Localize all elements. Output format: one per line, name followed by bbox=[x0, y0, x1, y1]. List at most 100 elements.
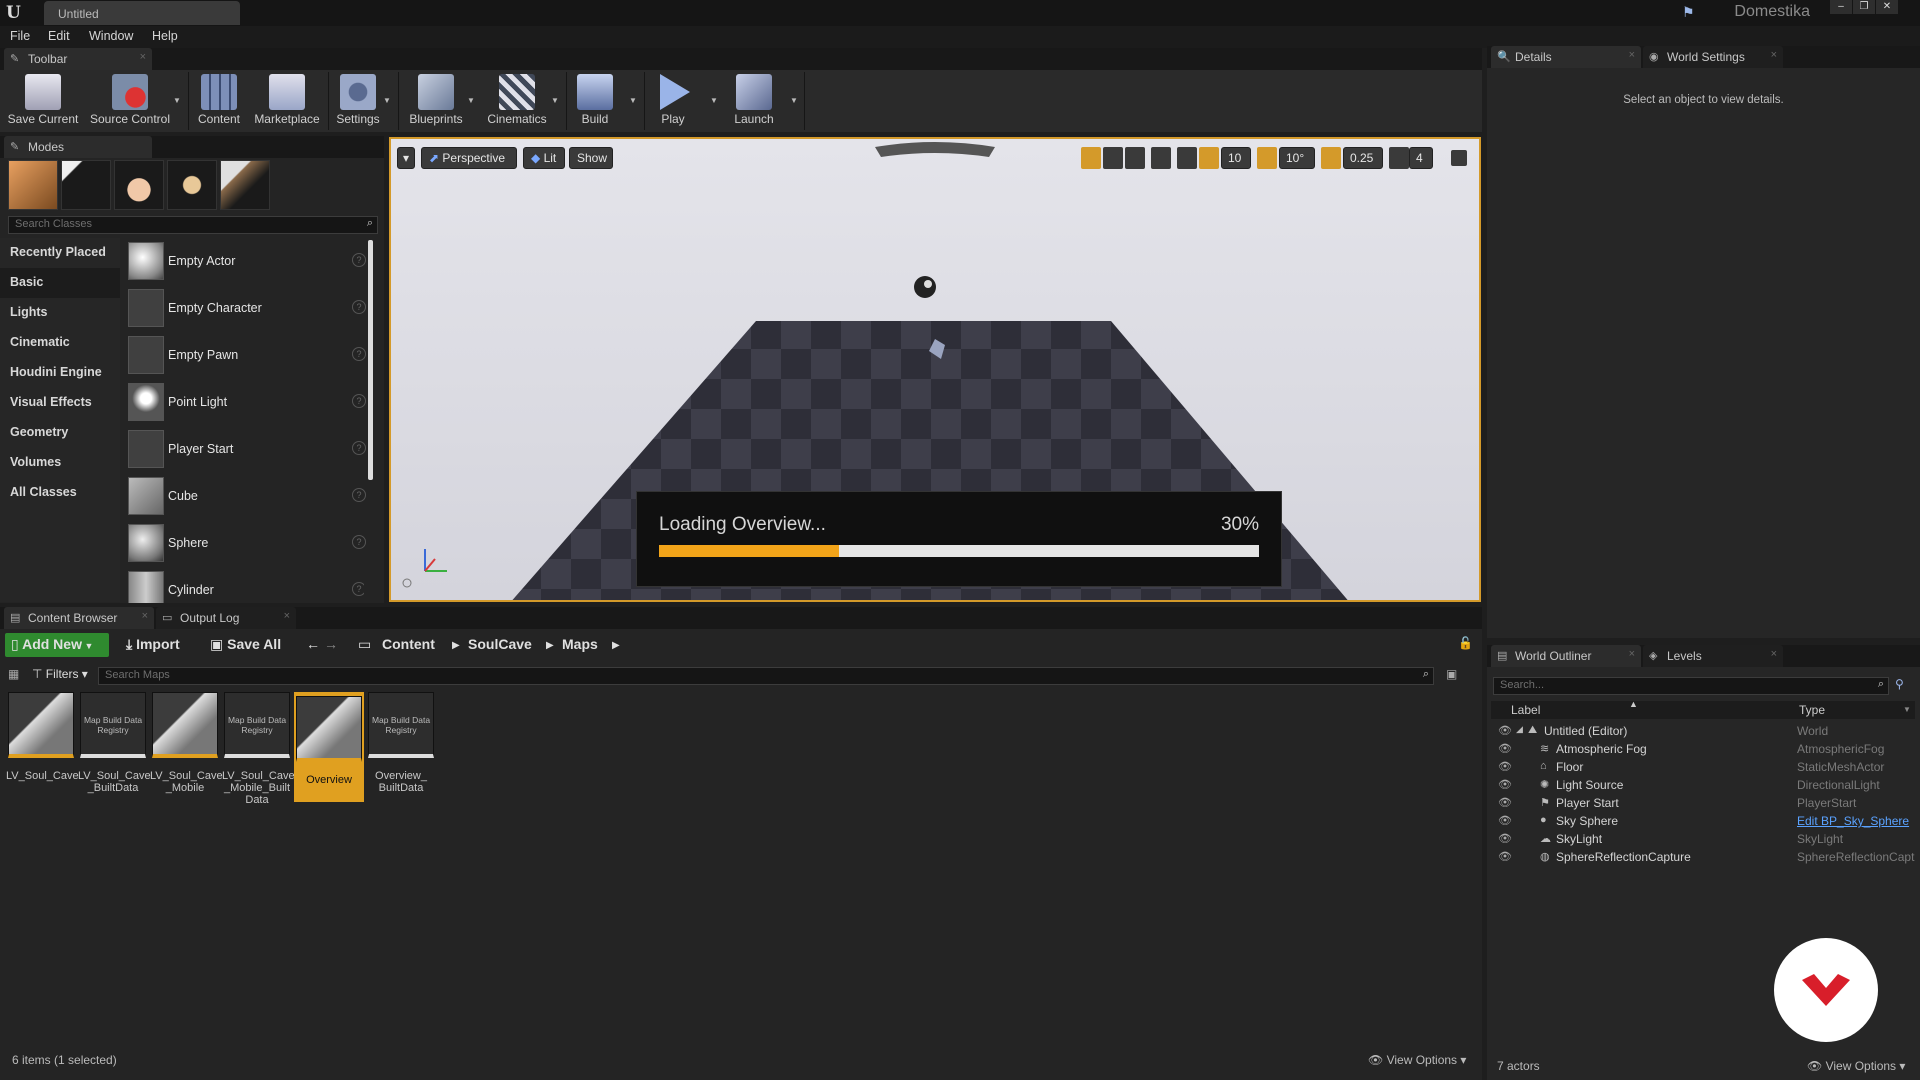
paint-mode-icon[interactable] bbox=[61, 160, 111, 210]
visibility-eye-icon[interactable]: 👁 bbox=[1498, 796, 1512, 809]
close-icon[interactable]: × bbox=[142, 610, 148, 622]
chevron-down-icon[interactable]: ▼ bbox=[173, 96, 181, 105]
source-control-button[interactable]: Source Control bbox=[86, 72, 174, 130]
place-item-sphere[interactable]: Sphere ? bbox=[124, 520, 366, 567]
import-button[interactable]: ⤓ Import bbox=[120, 633, 186, 657]
visibility-eye-icon[interactable]: 👁 bbox=[1498, 778, 1512, 791]
visibility-eye-icon[interactable]: 👁 bbox=[1498, 760, 1512, 773]
tab-output-log[interactable]: ▭ Output Log × bbox=[156, 607, 296, 629]
place-mode-icon[interactable] bbox=[8, 160, 58, 210]
chevron-down-icon[interactable]: ▼ bbox=[383, 96, 391, 105]
asset-lv-soul-cave-mobile-builtdata[interactable]: Map Build Data Registry LV_Soul_Cave _Mo… bbox=[222, 692, 295, 806]
launch-button[interactable]: Launch bbox=[726, 72, 782, 130]
close-icon[interactable]: × bbox=[284, 610, 290, 622]
sources-toggle-icon[interactable]: ▦ bbox=[8, 667, 19, 681]
tab-world-settings[interactable]: ◉ World Settings × bbox=[1643, 46, 1783, 68]
chevron-down-icon[interactable]: ▼ bbox=[710, 96, 718, 105]
rotate-tool-icon[interactable] bbox=[1103, 147, 1123, 169]
category-basic[interactable]: Basic bbox=[0, 268, 120, 298]
asset-overview-builtdata[interactable]: Map Build Data Registry Overview_ BuiltD… bbox=[366, 692, 436, 794]
save-all-button[interactable]: ▣ Save All bbox=[204, 633, 287, 657]
category-visual-effects[interactable]: Visual Effects bbox=[0, 388, 120, 418]
place-item-cylinder[interactable]: Cylinder ? bbox=[124, 567, 364, 603]
show-button[interactable]: Show bbox=[569, 147, 613, 169]
outliner-row-sky-sphere[interactable]: 👁 ● Sky Sphere Edit BP_Sky_Sphere bbox=[1490, 812, 1918, 830]
outliner-row-skylight[interactable]: 👁 ☁ SkyLight SkyLight bbox=[1490, 830, 1918, 848]
close-icon[interactable]: × bbox=[140, 51, 146, 63]
outliner-search-input[interactable]: Search... ⌕ bbox=[1493, 677, 1889, 695]
chevron-down-icon[interactable]: ▼ bbox=[790, 96, 798, 105]
edit-blueprint-link[interactable]: Edit BP_Sky_Sphere bbox=[1797, 814, 1909, 828]
close-icon[interactable]: × bbox=[1771, 648, 1777, 660]
close-icon[interactable]: × bbox=[1771, 49, 1777, 61]
rotation-snap-icon[interactable] bbox=[1257, 147, 1277, 169]
document-tab[interactable]: Untitled bbox=[44, 1, 240, 25]
save-search-icon[interactable]: ▣ bbox=[1446, 667, 1457, 681]
scale-snap-value[interactable]: 0.25 bbox=[1343, 147, 1383, 169]
visibility-eye-icon[interactable]: 👁 bbox=[1498, 724, 1512, 737]
category-houdini-engine[interactable]: Houdini Engine bbox=[0, 358, 120, 388]
place-item-cube[interactable]: Cube ? bbox=[124, 473, 366, 520]
notification-icon[interactable]: ⚑ bbox=[1682, 4, 1700, 20]
help-icon[interactable]: ? bbox=[352, 488, 366, 502]
scale-snap-icon[interactable] bbox=[1321, 147, 1341, 169]
category-all-classes[interactable]: All Classes bbox=[0, 478, 120, 602]
asset-lv-soul-cave-builtdata[interactable]: Map Build Data Registry LV_Soul_Cave _Bu… bbox=[78, 692, 151, 794]
category-cinematic[interactable]: Cinematic bbox=[0, 328, 120, 358]
outliner-settings-icon[interactable]: ⚲ bbox=[1895, 677, 1904, 691]
surface-snap-icon[interactable] bbox=[1177, 147, 1197, 169]
maximize-button[interactable]: ❐ bbox=[1853, 0, 1875, 14]
chevron-down-icon[interactable]: ▼ bbox=[551, 96, 559, 105]
view-options-button[interactable]: 👁 View Options ▾ bbox=[1368, 1053, 1466, 1067]
close-icon[interactable]: × bbox=[1629, 648, 1635, 660]
breadcrumb-maps[interactable]: Maps bbox=[556, 633, 604, 657]
cinematics-button[interactable]: Cinematics bbox=[484, 72, 550, 130]
category-lights[interactable]: Lights bbox=[0, 298, 120, 328]
place-item-empty-pawn[interactable]: Empty Pawn ? bbox=[124, 332, 366, 379]
help-icon[interactable]: ? bbox=[352, 582, 364, 596]
category-geometry[interactable]: Geometry bbox=[0, 418, 120, 448]
viewport-options-button[interactable]: ▾ bbox=[397, 147, 416, 169]
tab-toolbar[interactable]: ✎ Toolbar × bbox=[4, 48, 152, 70]
close-icon[interactable]: × bbox=[1629, 49, 1635, 61]
filters-button[interactable]: ⊤ Filters ▾ bbox=[32, 667, 88, 681]
breadcrumb-separator-icon[interactable]: ▶ bbox=[606, 637, 626, 661]
tab-levels[interactable]: ◈ Levels × bbox=[1643, 645, 1783, 667]
asset-lv-soul-cave[interactable]: LV_Soul_Cave bbox=[6, 692, 79, 782]
breadcrumb-content[interactable]: Content bbox=[376, 633, 441, 657]
maximize-viewport-icon[interactable] bbox=[1451, 150, 1467, 166]
minimize-button[interactable]: – bbox=[1830, 0, 1852, 14]
play-button[interactable]: Play bbox=[650, 72, 696, 130]
save-current-button[interactable]: Save Current bbox=[4, 72, 82, 130]
foliage-mode-icon[interactable] bbox=[167, 160, 217, 210]
visibility-eye-icon[interactable]: 👁 bbox=[1498, 814, 1512, 827]
outliner-row-light-source[interactable]: 👁 ✺ Light Source DirectionalLight bbox=[1490, 776, 1918, 794]
search-classes-input[interactable]: Search Classes ⌕ bbox=[8, 216, 378, 234]
category-volumes[interactable]: Volumes bbox=[0, 448, 120, 478]
outliner-row-player-start[interactable]: 👁 ⚑ Player Start PlayerStart bbox=[1490, 794, 1918, 812]
add-new-button[interactable]: ▯ Add New ▼ bbox=[5, 633, 109, 657]
chevron-down-icon[interactable]: ▼ bbox=[467, 96, 475, 105]
expand-arrow-icon[interactable]: ◢ bbox=[1516, 724, 1528, 736]
menu-file[interactable]: File bbox=[10, 29, 30, 43]
help-icon[interactable]: ? bbox=[352, 253, 366, 267]
breadcrumb-soulcave[interactable]: SoulCave bbox=[462, 633, 538, 657]
category-recently-placed[interactable]: Recently Placed bbox=[0, 238, 120, 268]
menu-edit[interactable]: Edit bbox=[48, 29, 70, 43]
help-icon[interactable]: ? bbox=[352, 300, 366, 314]
place-item-point-light[interactable]: Point Light ? bbox=[124, 379, 366, 426]
grid-snap-value[interactable]: 10 bbox=[1221, 147, 1251, 169]
outliner-row-untitled-editor[interactable]: 👁 ◢ ⛰ Untitled (Editor) World bbox=[1490, 722, 1918, 740]
help-icon[interactable]: ? bbox=[352, 535, 366, 549]
outliner-row-sphere-reflection-capture[interactable]: 👁 ◍ SphereReflectionCapture SphereReflec… bbox=[1490, 848, 1918, 866]
tab-details[interactable]: 🔍 Details × bbox=[1491, 46, 1641, 68]
col-type-header[interactable]: Type bbox=[1799, 703, 1825, 717]
outliner-view-options-button[interactable]: 👁 View Options ▾ bbox=[1807, 1059, 1905, 1073]
visibility-eye-icon[interactable]: 👁 bbox=[1498, 832, 1512, 845]
blueprints-button[interactable]: Blueprints bbox=[404, 72, 468, 130]
rotation-snap-value[interactable]: 10° bbox=[1279, 147, 1315, 169]
content-button[interactable]: Content bbox=[194, 72, 244, 130]
lit-button[interactable]: ◆ Lit bbox=[523, 147, 565, 169]
forward-button[interactable]: → bbox=[318, 633, 344, 657]
tab-modes[interactable]: ✎ Modes bbox=[4, 136, 152, 158]
